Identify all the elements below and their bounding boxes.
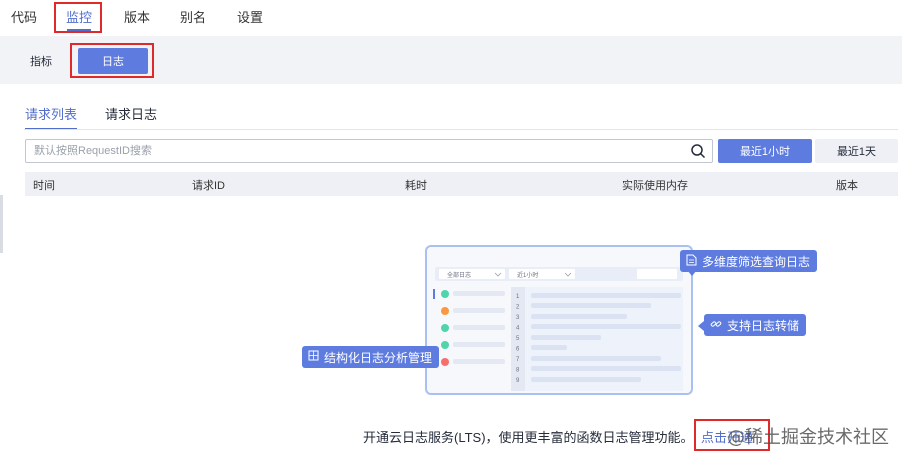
highlight-box-monitor-tab bbox=[54, 2, 102, 33]
callout-structured: 结构化日志分析管理 bbox=[302, 346, 440, 368]
callout-tail bbox=[687, 270, 697, 276]
tab-alias[interactable]: 别名 bbox=[180, 9, 206, 31]
callout-multi-filter: 多维度筛选查询日志 bbox=[680, 250, 818, 272]
column-request-id: 请求ID bbox=[192, 180, 225, 192]
table-header: 时间 请求ID 耗时 实际使用内存 版本 bbox=[25, 172, 898, 196]
callout-multi-filter-text: 多维度筛选查询日志 bbox=[702, 254, 811, 269]
status-dot-success bbox=[441, 341, 449, 349]
tab-code[interactable]: 代码 bbox=[11, 9, 37, 31]
tab-settings[interactable]: 设置 bbox=[237, 9, 263, 31]
watermark: @稀土掘金技术社区 bbox=[727, 427, 889, 448]
grid-icon bbox=[308, 350, 319, 364]
column-time: 时间 bbox=[33, 180, 55, 192]
lts-promo-message: 开通云日志服务(LTS)，使用更丰富的函数日志管理功能。 bbox=[363, 430, 694, 445]
callout-transfer: 支持日志转储 bbox=[704, 314, 807, 336]
callout-structured-text: 结构化日志分析管理 bbox=[324, 350, 433, 365]
tab-divider bbox=[24, 129, 898, 130]
tab-version[interactable]: 版本 bbox=[124, 9, 150, 31]
highlight-box-logs-button bbox=[70, 43, 154, 78]
search-icon[interactable] bbox=[690, 143, 706, 159]
status-dot-success bbox=[441, 290, 449, 298]
tab-request-logs[interactable]: 请求日志 bbox=[105, 104, 157, 126]
callout-transfer-text: 支持日志转储 bbox=[727, 318, 800, 333]
metrics-button[interactable]: 指标 bbox=[10, 48, 72, 74]
left-collapse-handle[interactable] bbox=[0, 195, 3, 253]
link-icon bbox=[710, 318, 722, 333]
search-box bbox=[25, 139, 713, 163]
status-dot-success bbox=[441, 324, 449, 332]
search-input[interactable] bbox=[26, 140, 676, 162]
column-version: 版本 bbox=[836, 180, 858, 192]
status-dot-warning bbox=[441, 307, 449, 315]
empty-state-illustration: 全部日志 近1小时 1 2 3 4 5 6 7 8 9 bbox=[425, 245, 693, 395]
tab-request-list[interactable]: 请求列表 bbox=[25, 104, 78, 130]
column-memory: 实际使用内存 bbox=[622, 180, 688, 192]
column-duration: 耗时 bbox=[405, 180, 427, 192]
callout-tail bbox=[698, 321, 704, 331]
range-1-day-button[interactable]: 最近1天 bbox=[815, 139, 898, 163]
status-dots bbox=[441, 290, 449, 366]
status-dot-error bbox=[441, 358, 449, 366]
document-icon bbox=[686, 254, 697, 269]
range-1-hour-button[interactable]: 最近1小时 bbox=[718, 139, 812, 163]
top-tab-bar: 代码 监控 版本 别名 设置 bbox=[0, 0, 902, 36]
